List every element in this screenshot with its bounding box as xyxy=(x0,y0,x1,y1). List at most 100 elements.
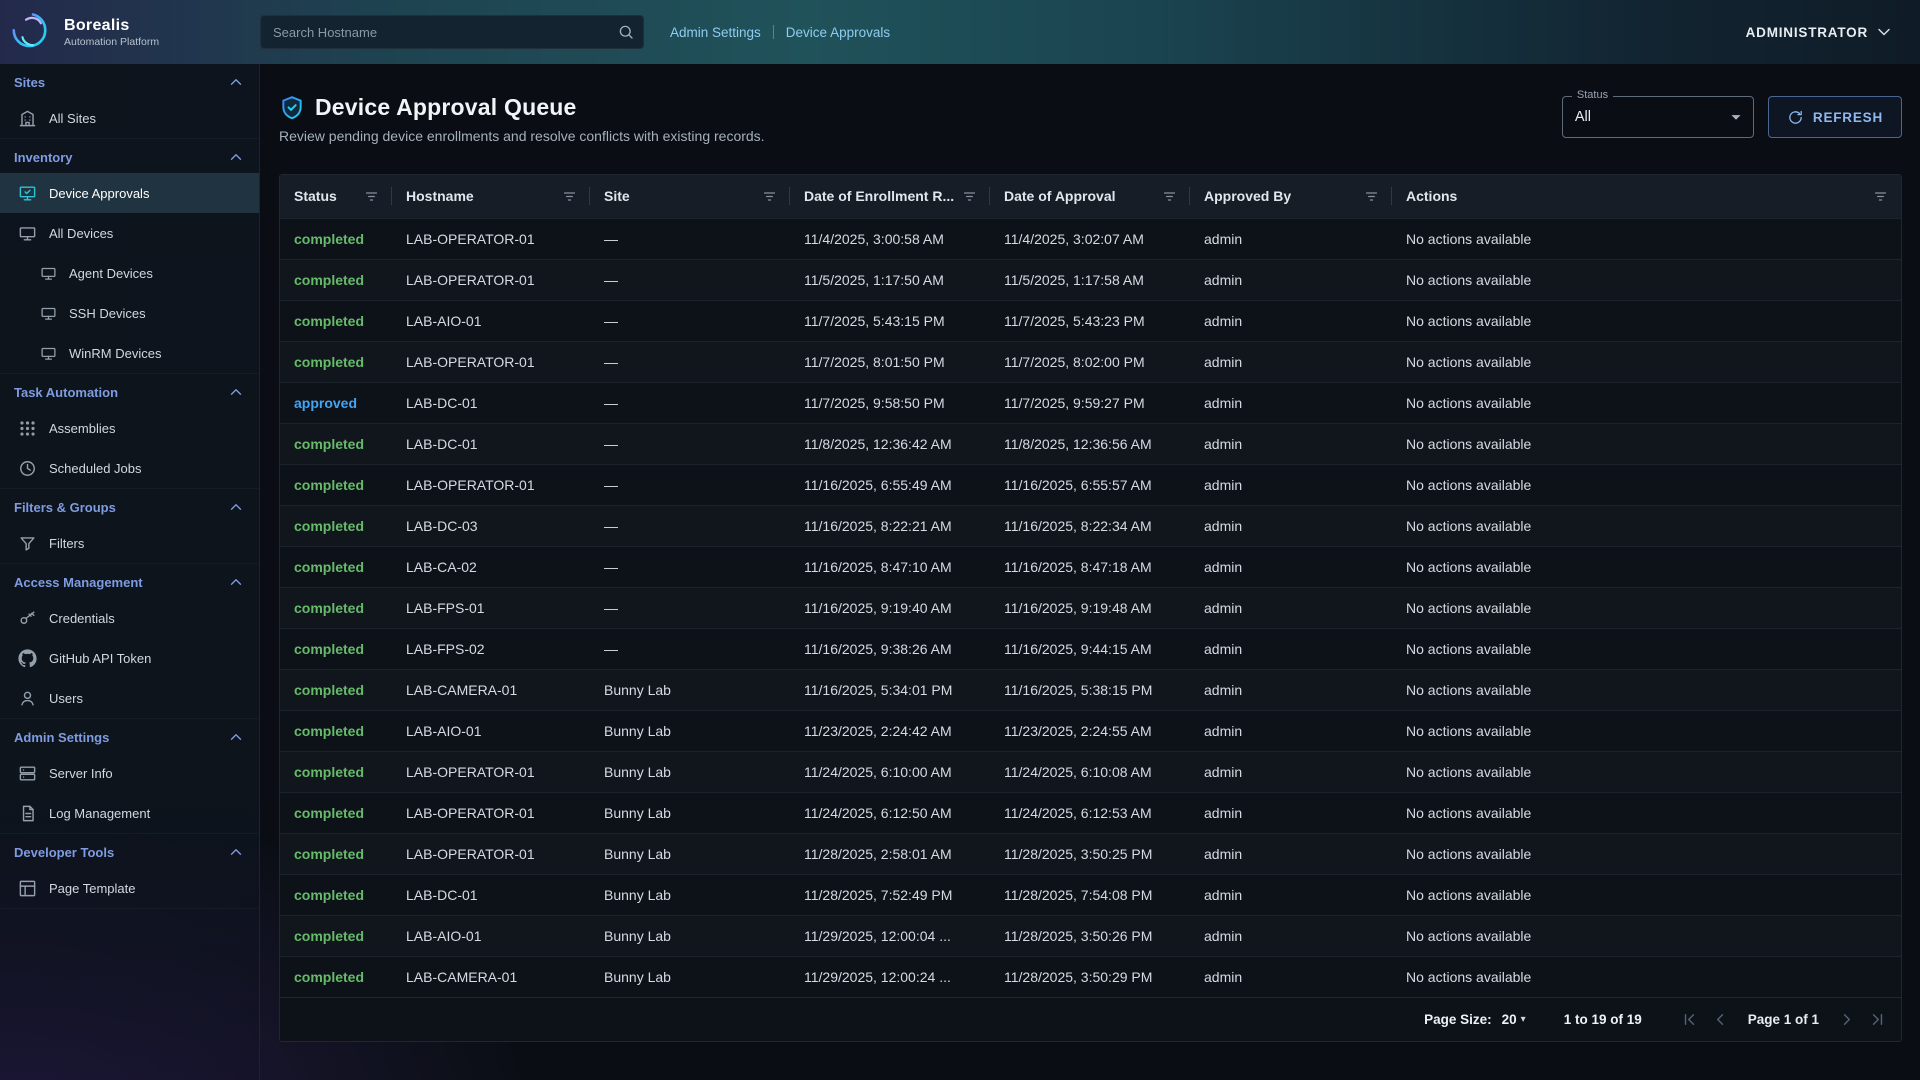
chevron-up-icon xyxy=(227,728,245,746)
hostname-search xyxy=(260,15,644,49)
refresh-icon xyxy=(1787,109,1804,126)
cell-status: completed xyxy=(280,587,392,628)
table-row[interactable]: completedLAB-FPS-01—11/16/2025, 9:19:40 … xyxy=(280,587,1901,628)
brand: Borealis Automation Platform xyxy=(0,11,260,53)
sidebar-section-admin-settings[interactable]: Admin Settings xyxy=(0,719,259,753)
sidebar-item-scheduled-jobs[interactable]: Scheduled Jobs xyxy=(0,448,259,488)
cell-enrollment-date: 11/24/2025, 6:10:00 AM xyxy=(790,751,990,792)
column-filter-icon[interactable] xyxy=(1363,188,1380,205)
sidebar-section-developer-tools[interactable]: Developer Tools xyxy=(0,834,259,868)
sidebar-item-credentials[interactable]: Credentials xyxy=(0,598,259,638)
cell-approval-date: 11/28/2025, 3:50:25 PM xyxy=(990,833,1190,874)
sidebar-item-server-info[interactable]: Server Info xyxy=(0,753,259,793)
table-row[interactable]: completedLAB-AIO-01Bunny Lab11/29/2025, … xyxy=(280,915,1901,956)
sidebar-section-access-management[interactable]: Access Management xyxy=(0,564,259,598)
previous-page-button[interactable] xyxy=(1711,1010,1730,1029)
sidebar: SitesAll SitesInventoryDevice ApprovalsA… xyxy=(0,64,260,1080)
table-row[interactable]: completedLAB-OPERATOR-01—11/4/2025, 3:00… xyxy=(280,218,1901,259)
sidebar-item-log-management[interactable]: Log Management xyxy=(0,793,259,833)
cell-actions: No actions available xyxy=(1392,587,1901,628)
column-filter-icon[interactable] xyxy=(961,188,978,205)
column-header-actions[interactable]: Actions xyxy=(1392,175,1901,218)
cell-approval-date: 11/7/2025, 5:43:23 PM xyxy=(990,300,1190,341)
sidebar-item-users[interactable]: Users xyxy=(0,678,259,718)
sidebar-section-inventory[interactable]: Inventory xyxy=(0,139,259,173)
table-row[interactable]: completedLAB-CAMERA-01Bunny Lab11/16/202… xyxy=(280,669,1901,710)
page-size-select[interactable]: 20 ▾ xyxy=(1502,1012,1526,1027)
cell-approved-by: admin xyxy=(1190,833,1392,874)
table-row[interactable]: approvedLAB-DC-01—11/7/2025, 9:58:50 PM1… xyxy=(280,382,1901,423)
server-icon xyxy=(18,764,37,783)
column-label: Date of Approval xyxy=(1004,188,1116,204)
page-subtitle: Review pending device enrollments and re… xyxy=(279,128,765,144)
sidebar-section-filters-groups[interactable]: Filters & Groups xyxy=(0,489,259,523)
table-row[interactable]: completedLAB-OPERATOR-01Bunny Lab11/24/2… xyxy=(280,792,1901,833)
table-row[interactable]: completedLAB-AIO-01—11/7/2025, 5:43:15 P… xyxy=(280,300,1901,341)
page-title: Device Approval Queue xyxy=(315,94,577,121)
sidebar-section-label: Admin Settings xyxy=(14,730,109,745)
last-page-button[interactable] xyxy=(1868,1010,1887,1029)
sidebar-item-all-sites[interactable]: All Sites xyxy=(0,98,259,138)
table-row[interactable]: completedLAB-AIO-01Bunny Lab11/23/2025, … xyxy=(280,710,1901,751)
table-row[interactable]: completedLAB-OPERATOR-01—11/7/2025, 8:01… xyxy=(280,341,1901,382)
cell-actions: No actions available xyxy=(1392,628,1901,669)
column-header-status[interactable]: Status xyxy=(280,175,392,218)
cell-approval-date: 11/28/2025, 3:50:29 PM xyxy=(990,956,1190,997)
column-filter-icon[interactable] xyxy=(1872,188,1889,205)
column-filter-icon[interactable] xyxy=(1161,188,1178,205)
cell-actions: No actions available xyxy=(1392,751,1901,792)
table-row[interactable]: completedLAB-DC-03—11/16/2025, 8:22:21 A… xyxy=(280,505,1901,546)
cell-actions: No actions available xyxy=(1392,956,1901,997)
sidebar-item-agent-devices[interactable]: Agent Devices xyxy=(0,253,259,293)
chevron-down-icon xyxy=(1874,22,1894,42)
cell-enrollment-date: 11/23/2025, 2:24:42 AM xyxy=(790,710,990,751)
table-row[interactable]: completedLAB-FPS-02—11/16/2025, 9:38:26 … xyxy=(280,628,1901,669)
cell-enrollment-date: 11/24/2025, 6:12:50 AM xyxy=(790,792,990,833)
column-header-approved-by[interactable]: Approved By xyxy=(1190,175,1392,218)
cell-hostname: LAB-OPERATOR-01 xyxy=(392,833,590,874)
cell-approval-date: 11/7/2025, 9:59:27 PM xyxy=(990,382,1190,423)
column-filter-icon[interactable] xyxy=(363,188,380,205)
table-row[interactable]: completedLAB-OPERATOR-01—11/5/2025, 1:17… xyxy=(280,259,1901,300)
column-header-hostname[interactable]: Hostname xyxy=(392,175,590,218)
sidebar-section-sites[interactable]: Sites xyxy=(0,64,259,98)
user-menu[interactable]: ADMINISTRATOR xyxy=(1746,22,1894,42)
refresh-button[interactable]: REFRESH xyxy=(1768,96,1902,138)
column-header-site[interactable]: Site xyxy=(590,175,790,218)
sidebar-item-device-approvals[interactable]: Device Approvals xyxy=(0,173,259,213)
column-filter-icon[interactable] xyxy=(761,188,778,205)
sidebar-item-page-template[interactable]: Page Template xyxy=(0,868,259,908)
table-row[interactable]: completedLAB-DC-01Bunny Lab11/28/2025, 7… xyxy=(280,874,1901,915)
sidebar-item-all-devices[interactable]: All Devices xyxy=(0,213,259,253)
sidebar-item-assemblies[interactable]: Assemblies xyxy=(0,408,259,448)
breadcrumb-item-device-approvals[interactable]: Device Approvals xyxy=(786,25,890,40)
table-row[interactable]: completedLAB-CA-02—11/16/2025, 8:47:10 A… xyxy=(280,546,1901,587)
brand-name: Borealis xyxy=(64,17,159,35)
next-page-button[interactable] xyxy=(1837,1010,1856,1029)
sidebar-section: Filters & GroupsFilters xyxy=(0,489,259,564)
status-filter-select[interactable]: Status All xyxy=(1562,96,1754,138)
cell-status: completed xyxy=(280,546,392,587)
table-row[interactable]: completedLAB-CAMERA-01Bunny Lab11/29/202… xyxy=(280,956,1901,997)
breadcrumb-item-admin-settings[interactable]: Admin Settings xyxy=(670,25,761,40)
search-input[interactable] xyxy=(260,15,644,49)
table-row[interactable]: completedLAB-OPERATOR-01Bunny Lab11/24/2… xyxy=(280,751,1901,792)
first-page-button[interactable] xyxy=(1680,1010,1699,1029)
sidebar-item-github-api-token[interactable]: GitHub API Token xyxy=(0,638,259,678)
sidebar-item-ssh-devices[interactable]: SSH Devices xyxy=(0,293,259,333)
column-filter-icon[interactable] xyxy=(561,188,578,205)
approval-table-card: StatusHostnameSiteDate of Enrollment R..… xyxy=(279,174,1902,1042)
table-row[interactable]: completedLAB-OPERATOR-01—11/16/2025, 6:5… xyxy=(280,464,1901,505)
cell-approved-by: admin xyxy=(1190,464,1392,505)
search-icon[interactable] xyxy=(617,23,635,41)
column-header-date-of-approval[interactable]: Date of Approval xyxy=(990,175,1190,218)
table-row[interactable]: completedLAB-OPERATOR-01Bunny Lab11/28/2… xyxy=(280,833,1901,874)
sidebar-item-winrm-devices[interactable]: WinRM Devices xyxy=(0,333,259,373)
cell-hostname: LAB-AIO-01 xyxy=(392,300,590,341)
cell-enrollment-date: 11/5/2025, 1:17:50 AM xyxy=(790,259,990,300)
sidebar-item-filters[interactable]: Filters xyxy=(0,523,259,563)
sidebar-section-task-automation[interactable]: Task Automation xyxy=(0,374,259,408)
user-menu-label: ADMINISTRATOR xyxy=(1746,25,1868,40)
column-header-date-of-enrollment-r[interactable]: Date of Enrollment R... xyxy=(790,175,990,218)
table-row[interactable]: completedLAB-DC-01—11/8/2025, 12:36:42 A… xyxy=(280,423,1901,464)
